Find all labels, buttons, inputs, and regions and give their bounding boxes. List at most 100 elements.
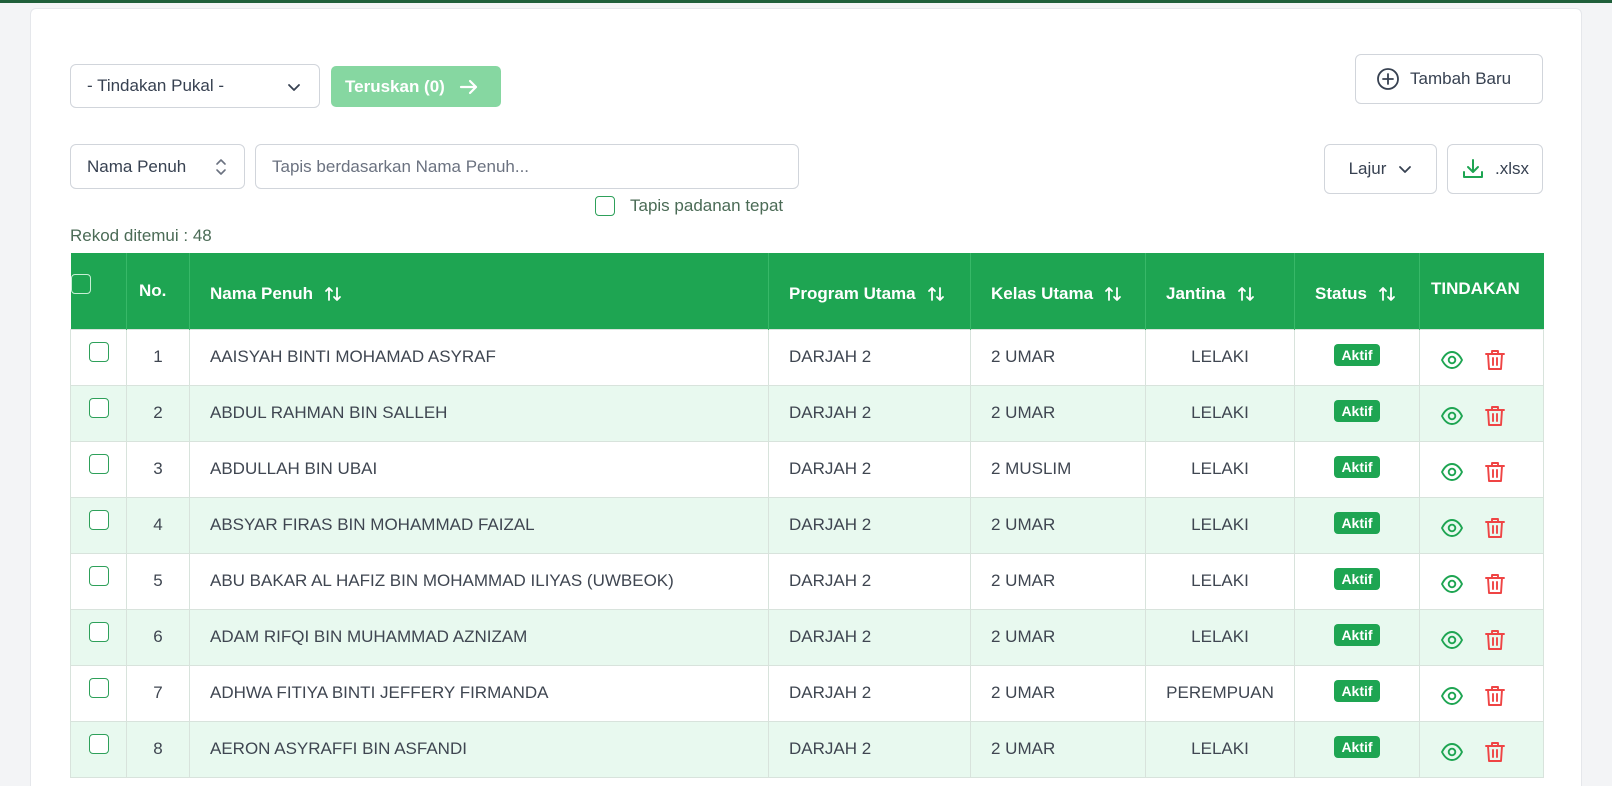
columns-button[interactable]: Lajur — [1324, 144, 1437, 194]
row-program: DARJAH 2 — [768, 496, 971, 554]
row-program: DARJAH 2 — [768, 608, 971, 666]
header-name[interactable]: Nama Penuh — [189, 253, 769, 329]
row-program: DARJAH 2 — [768, 664, 971, 722]
trash-icon[interactable] — [1484, 740, 1506, 764]
sort-arrows-icon[interactable] — [1104, 285, 1122, 303]
header-no: No. — [126, 253, 190, 329]
row-select-cell — [70, 608, 127, 666]
header-gender[interactable]: Jantina — [1145, 253, 1295, 329]
header-class[interactable]: Kelas Utama — [970, 253, 1146, 329]
trash-icon[interactable] — [1484, 404, 1506, 428]
row-full-name: ABDUL RAHMAN BIN SALLEH — [189, 384, 769, 442]
row-program: DARJAH 2 — [768, 552, 971, 610]
row-program: DARJAH 2 — [768, 440, 971, 498]
search-input[interactable] — [255, 144, 799, 189]
row-actions — [1419, 384, 1544, 442]
eye-icon[interactable] — [1440, 348, 1464, 372]
chevron-down-icon — [287, 79, 301, 99]
add-new-button[interactable]: Tambah Baru — [1355, 54, 1543, 104]
table-row: 4 ABSYAR FIRAS BIN MOHAMMAD FAIZAL DARJAH … — [70, 496, 1544, 554]
header-program[interactable]: Program Utama — [768, 253, 971, 329]
trash-icon[interactable] — [1484, 516, 1506, 540]
table-row: 8 AERON ASYRAFFI BIN ASFANDI DARJAH 22 UMA… — [70, 720, 1544, 778]
row-status-cell: Aktif — [1294, 496, 1420, 554]
chevron-down-icon — [1398, 162, 1412, 176]
row-full-name: ADHWA FITIYA BINTI JEFFERY FIRMANDA — [189, 664, 769, 722]
row-checkbox[interactable] — [88, 509, 109, 530]
select-all-checkbox[interactable] — [70, 274, 91, 295]
status-badge: Aktif — [1334, 568, 1380, 590]
forward-button[interactable]: Teruskan (0) — [331, 66, 501, 107]
filter-field-select[interactable]: Nama Penuh — [70, 144, 245, 189]
row-status-cell: Aktif — [1294, 384, 1420, 442]
bulk-action-label: - Tindakan Pukal - — [87, 76, 225, 95]
plus-circle-icon — [1376, 67, 1400, 91]
row-class: 2 UMAR — [970, 552, 1146, 610]
eye-icon[interactable] — [1440, 740, 1464, 764]
row-gender: LELAKI — [1145, 552, 1295, 610]
sort-arrows-icon[interactable] — [1237, 285, 1255, 303]
row-select-cell — [70, 440, 127, 498]
row-checkbox[interactable] — [88, 341, 109, 362]
columns-label: Lajur — [1348, 159, 1387, 178]
add-new-label: Tambah Baru — [1410, 69, 1512, 88]
row-checkbox[interactable] — [88, 453, 109, 474]
trash-icon[interactable] — [1484, 572, 1506, 596]
row-status-cell: Aktif — [1294, 552, 1420, 610]
row-checkbox[interactable] — [88, 621, 109, 642]
row-status-cell: Aktif — [1294, 440, 1420, 498]
filter-field-label: Nama Penuh — [87, 156, 187, 176]
row-checkbox[interactable] — [88, 565, 109, 586]
row-select-cell — [70, 384, 127, 442]
row-checkbox[interactable] — [88, 677, 109, 698]
bulk-action-select[interactable]: - Tindakan Pukal - — [70, 64, 320, 108]
row-number: 7 — [126, 664, 190, 722]
row-number: 1 — [126, 328, 190, 386]
export-label: .xlsx — [1495, 159, 1529, 178]
row-select-cell — [70, 720, 127, 778]
row-number: 5 — [126, 552, 190, 610]
row-checkbox[interactable] — [88, 733, 109, 754]
eye-icon[interactable] — [1440, 684, 1464, 708]
top-accent-line — [0, 0, 1612, 3]
table-row: 6 ADAM RIFQI BIN MUHAMMAD AZNIZAM DARJAH 2… — [70, 608, 1544, 666]
exact-match-checkbox[interactable] — [595, 196, 615, 216]
row-status-cell: Aktif — [1294, 720, 1420, 778]
row-checkbox[interactable] — [88, 397, 109, 418]
row-select-cell — [70, 664, 127, 722]
forward-label: Teruskan (0) — [345, 76, 445, 96]
row-number: 2 — [126, 384, 190, 442]
row-gender: LELAKI — [1145, 440, 1295, 498]
trash-icon[interactable] — [1484, 684, 1506, 708]
row-class: 2 MUSLIM — [970, 440, 1146, 498]
eye-icon[interactable] — [1440, 460, 1464, 484]
trash-icon[interactable] — [1484, 460, 1506, 484]
row-select-cell — [70, 496, 127, 554]
students-table: No. Nama Penuh Program Utama Kelas Utama… — [70, 253, 1544, 778]
header-status[interactable]: Status — [1294, 253, 1420, 329]
row-actions — [1419, 328, 1544, 386]
exact-match-toggle[interactable]: Tapis padanan tepat — [595, 196, 783, 216]
eye-icon[interactable] — [1440, 404, 1464, 428]
header-status-label: Status — [1315, 283, 1367, 303]
table-row: 2 ABDUL RAHMAN BIN SALLEH DARJAH 22 UMAR LE… — [70, 384, 1544, 442]
status-badge: Aktif — [1334, 344, 1380, 366]
eye-icon[interactable] — [1440, 628, 1464, 652]
sort-arrows-icon[interactable] — [1378, 285, 1396, 303]
row-status-cell: Aktif — [1294, 664, 1420, 722]
export-xlsx-button[interactable]: .xlsx — [1447, 144, 1543, 194]
header-gender-label: Jantina — [1166, 283, 1226, 303]
row-class: 2 UMAR — [970, 384, 1146, 442]
eye-icon[interactable] — [1440, 516, 1464, 540]
sort-arrows-icon[interactable] — [324, 285, 342, 303]
trash-icon[interactable] — [1484, 348, 1506, 372]
sort-arrows-icon[interactable] — [927, 285, 945, 303]
status-badge: Aktif — [1334, 400, 1380, 422]
trash-icon[interactable] — [1484, 628, 1506, 652]
eye-icon[interactable] — [1440, 572, 1464, 596]
arrow-right-icon — [459, 78, 479, 96]
row-gender: LELAKI — [1145, 496, 1295, 554]
row-full-name: ADAM RIFQI BIN MUHAMMAD AZNIZAM — [189, 608, 769, 666]
row-actions — [1419, 440, 1544, 498]
row-number: 6 — [126, 608, 190, 666]
